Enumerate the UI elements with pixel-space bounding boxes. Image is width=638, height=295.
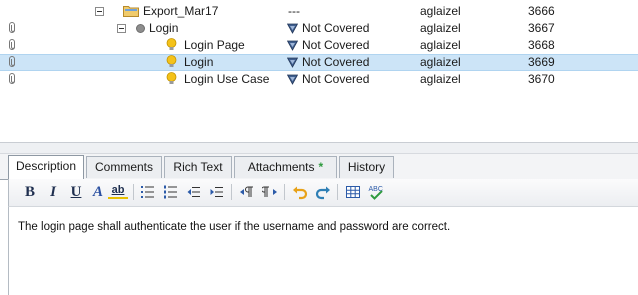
tab-label: Attachments <box>247 160 315 174</box>
decrease-indent-icon <box>187 187 200 197</box>
redo-button[interactable] <box>313 183 333 201</box>
underline-button[interactable]: U <box>66 183 86 201</box>
has-content-marker: * <box>318 160 324 174</box>
undo-button[interactable] <box>290 183 310 201</box>
numbered-list-icon <box>164 185 177 199</box>
tree-item-name: Login <box>149 21 179 35</box>
tab-attachments[interactable]: Attachments * <box>234 156 337 178</box>
tree-row[interactable]: Login Not Covered aglaizel 3667 <box>0 20 638 37</box>
tree-item-name: Login Use Case <box>184 72 270 86</box>
rich-text-toolbar: B I U A ab ABC <box>8 179 638 207</box>
tab-label: Rich Text <box>173 160 223 174</box>
owner-text: aglaizel <box>420 72 461 86</box>
not-covered-icon <box>287 23 298 34</box>
status-text: Not Covered <box>302 38 370 52</box>
not-covered-icon <box>287 74 298 85</box>
right-to-left-icon <box>262 186 277 197</box>
table-icon <box>346 186 360 198</box>
highlight-button[interactable]: ab <box>108 183 128 199</box>
undo-icon <box>293 186 308 200</box>
id-text: 3667 <box>528 21 555 35</box>
toolbar-separator <box>133 184 134 200</box>
pane-splitter[interactable] <box>0 142 638 154</box>
collapse-toggle-icon[interactable] <box>117 24 126 33</box>
requirements-tree[interactable]: Export_Mar17 --- aglaizel 3666 Login Not… <box>0 0 638 142</box>
tree-item-name: Login <box>184 55 214 69</box>
toolbar-separator <box>231 184 232 200</box>
not-covered-icon <box>287 40 298 51</box>
status-text: --- <box>288 4 300 18</box>
status-text: Not Covered <box>302 21 370 35</box>
toolbar-separator <box>284 184 285 200</box>
insert-table-button[interactable] <box>343 183 363 201</box>
tab-history[interactable]: History <box>339 156 394 178</box>
tab-label: History <box>347 160 386 174</box>
bulleted-list-button[interactable] <box>138 183 158 201</box>
toolbar-separator <box>337 184 338 200</box>
increase-indent-icon <box>210 187 223 197</box>
tree-row[interactable]: Login Page Not Covered aglaizel 3668 <box>0 37 638 54</box>
tree-item-name: Export_Mar17 <box>143 4 219 18</box>
tab-description[interactable]: Description <box>8 155 84 180</box>
lightbulb-icon <box>166 38 177 50</box>
left-to-right-icon <box>240 186 253 197</box>
owner-text: aglaizel <box>420 38 461 52</box>
description-editor[interactable]: The login page shall authenticate the us… <box>8 207 638 295</box>
tab-rich-text[interactable]: Rich Text <box>164 156 232 178</box>
italic-button[interactable]: I <box>43 183 63 201</box>
attachment-icon <box>9 56 15 67</box>
details-tab-bar: Description Comments Rich Text Attachmen… <box>0 154 638 180</box>
tree-row-selected[interactable]: Login Not Covered aglaizel 3669 <box>0 54 638 71</box>
bulleted-list-icon <box>141 186 154 198</box>
tree-item-name: Login Page <box>184 38 245 52</box>
gear-icon <box>136 24 145 33</box>
decrease-indent-button[interactable] <box>184 183 204 201</box>
tab-comments[interactable]: Comments <box>86 156 162 178</box>
id-text: 3668 <box>528 38 555 52</box>
id-text: 3669 <box>528 55 555 69</box>
tab-label: Comments <box>94 160 153 174</box>
owner-text: aglaizel <box>420 21 461 35</box>
increase-indent-button[interactable] <box>207 183 227 201</box>
bold-button[interactable]: B <box>20 183 40 201</box>
description-text[interactable]: The login page shall authenticate the us… <box>18 221 450 233</box>
attachment-icon <box>9 22 15 33</box>
lightbulb-icon <box>166 55 177 67</box>
not-covered-icon <box>287 57 298 68</box>
spell-check-icon: ABC <box>369 186 383 200</box>
right-to-left-button[interactable] <box>260 183 280 201</box>
folder-icon <box>123 6 139 17</box>
id-text: 3666 <box>528 4 555 18</box>
redo-icon <box>315 186 330 200</box>
left-to-right-button[interactable] <box>237 183 257 201</box>
spell-check-button[interactable]: ABC <box>366 183 386 201</box>
lightbulb-icon <box>166 72 177 84</box>
font-color-button[interactable]: A <box>88 183 108 201</box>
numbered-list-button[interactable] <box>161 183 181 201</box>
tree-row[interactable]: Login Use Case Not Covered aglaizel 3670 <box>0 71 638 88</box>
status-text: Not Covered <box>302 55 370 69</box>
tree-row[interactable]: Export_Mar17 --- aglaizel 3666 <box>0 3 638 20</box>
tab-label: Description <box>15 159 77 173</box>
attachment-icon <box>9 39 15 50</box>
owner-text: aglaizel <box>420 4 461 18</box>
attachment-icon <box>9 73 15 84</box>
owner-text: aglaizel <box>420 55 461 69</box>
collapse-toggle-icon[interactable] <box>95 7 104 16</box>
id-text: 3670 <box>528 72 555 86</box>
status-text: Not Covered <box>302 72 370 86</box>
